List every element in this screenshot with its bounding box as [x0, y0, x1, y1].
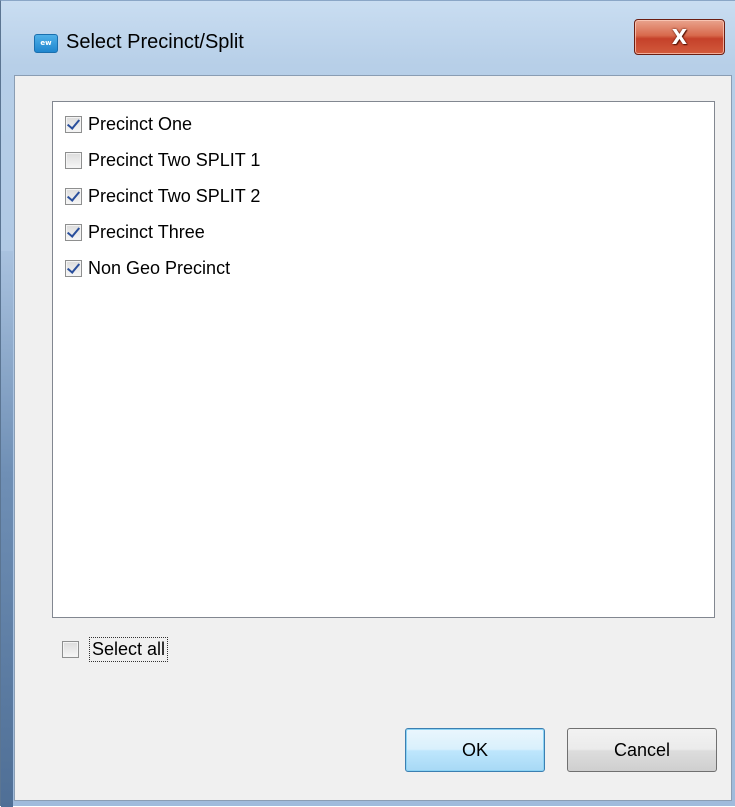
checkbox[interactable] [65, 187, 82, 205]
list-item-label: Precinct Three [88, 221, 205, 242]
checkbox[interactable] [65, 223, 82, 241]
cancel-button[interactable]: Cancel [567, 728, 717, 772]
dialog-window: ew Select Precinct/Split X Precinct One … [0, 0, 735, 807]
title-bar[interactable]: ew Select Precinct/Split X [1, 1, 735, 73]
checkbox[interactable] [65, 259, 82, 277]
select-all-checkbox-row[interactable]: Select all [62, 632, 169, 666]
list-item-non-geo-precinct[interactable]: Non Geo Precinct [65, 254, 230, 282]
list-item-precinct-one[interactable]: Precinct One [65, 110, 192, 138]
list-item-precinct-two-split-2[interactable]: Precinct Two SPLIT 2 [65, 182, 260, 210]
list-item-label: Precinct One [88, 113, 193, 134]
app-icon: ew [34, 34, 58, 53]
list-item-label: Precinct Two SPLIT 2 [88, 185, 261, 206]
dialog-body: Precinct One Precinct Two SPLIT 1 Precin… [14, 75, 732, 801]
checkbox[interactable] [65, 115, 82, 133]
close-icon: X [671, 25, 688, 49]
close-button[interactable]: X [634, 19, 725, 55]
list-item-label: Precinct Two SPLIT 1 [88, 149, 261, 170]
list-item-precinct-two-split-1[interactable]: Precinct Two SPLIT 1 [65, 146, 260, 174]
list-item-label: Non Geo Precinct [88, 257, 231, 278]
list-item-precinct-three[interactable]: Precinct Three [65, 218, 205, 246]
dialog-title: Select Precinct/Split [66, 31, 244, 53]
select-all-label: Select all [88, 636, 169, 662]
ok-button[interactable]: OK [405, 728, 545, 772]
checkbox[interactable] [65, 151, 82, 169]
precinct-list: Precinct One Precinct Two SPLIT 1 Precin… [52, 101, 715, 618]
select-all-checkbox[interactable] [62, 640, 79, 658]
